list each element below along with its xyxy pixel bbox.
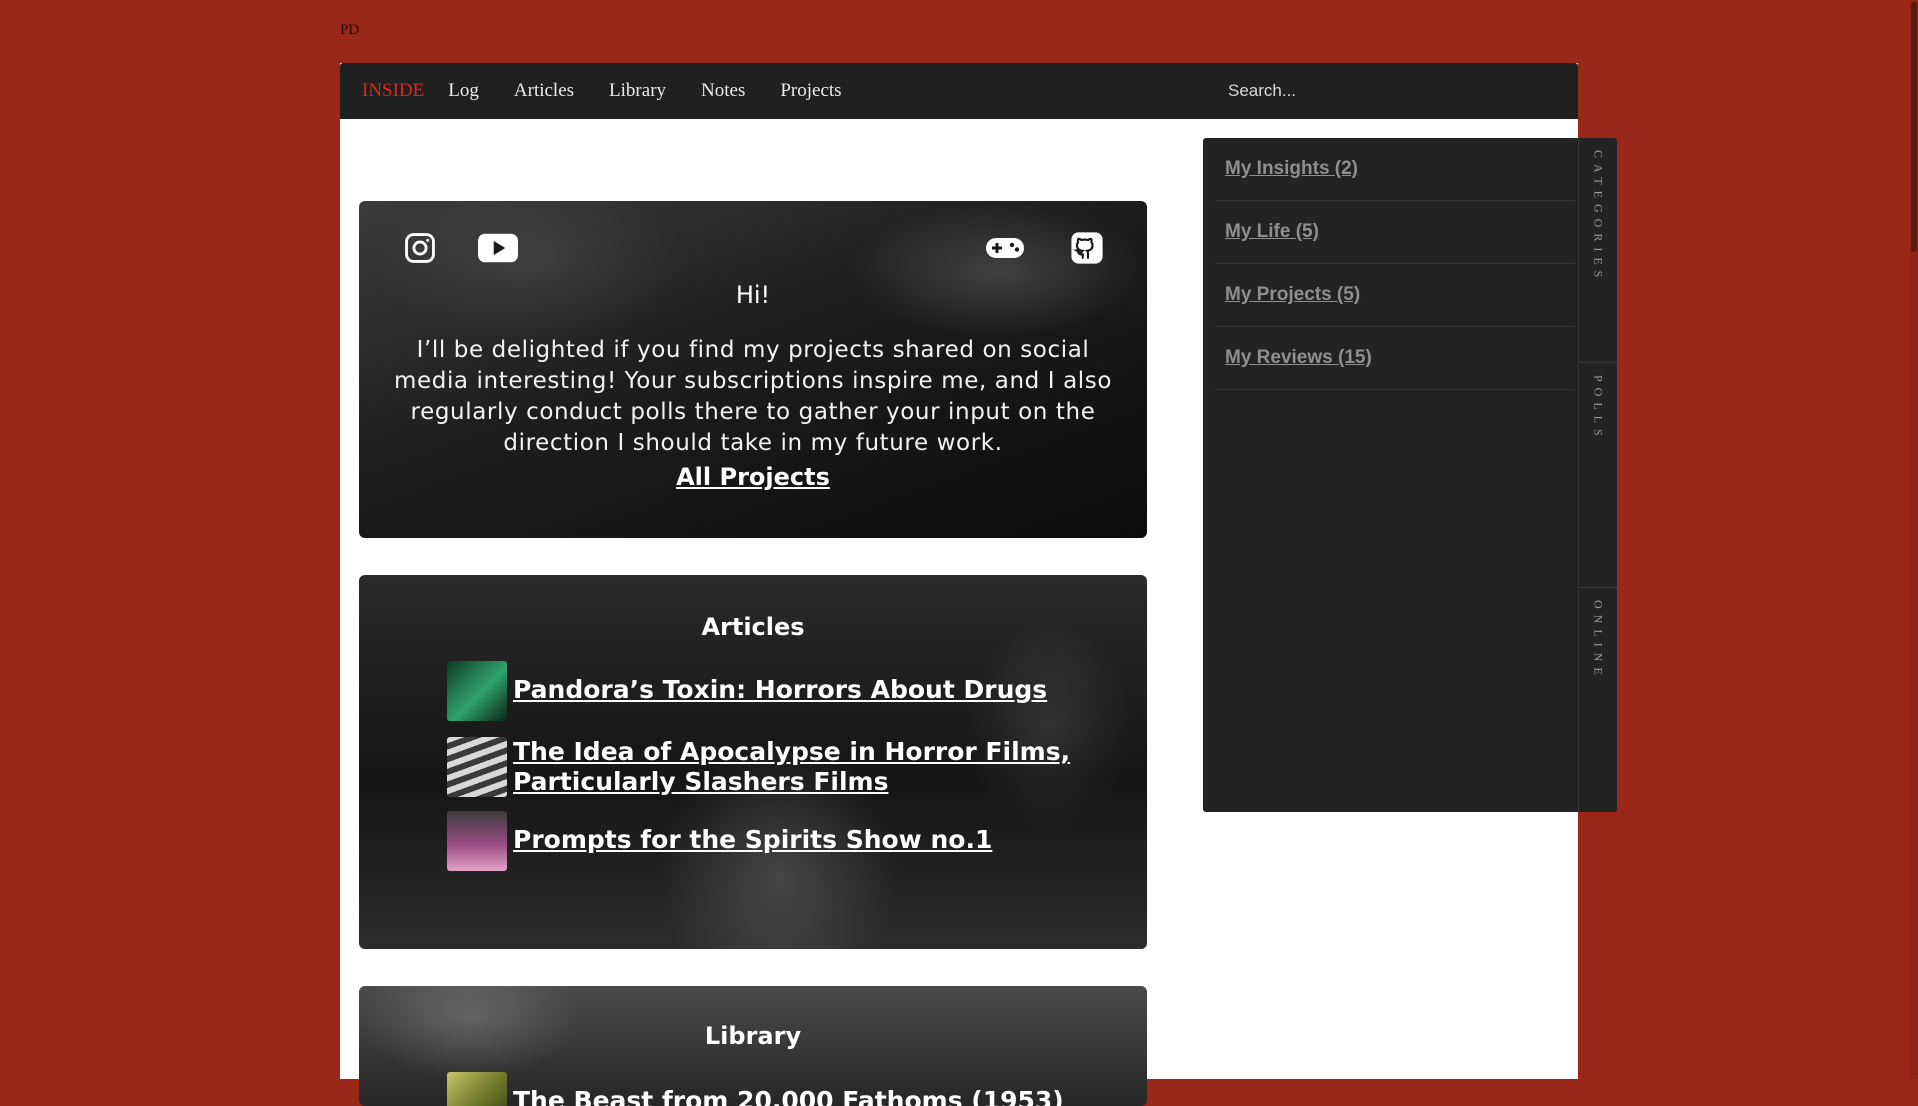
nav-item-projects[interactable]: Projects [780,80,841,102]
nav-items: INSIDE Log Articles Library Notes Projec… [362,63,877,119]
nav-item-articles[interactable]: Articles [514,80,574,102]
tab-online-label: ONLINE [1591,600,1606,681]
youtube-icon[interactable] [477,227,519,269]
article-item[interactable]: The Idea of Apocalypse in Horror Films, … [447,737,1073,797]
library-thumbnail [447,1072,507,1106]
article-thumbnail [447,811,507,871]
intro-card: Hi! I’ll be delighted if you find my pro… [359,201,1147,538]
tab-online[interactable]: ONLINE [1579,588,1617,811]
tab-polls[interactable]: POLLS [1579,363,1617,588]
tab-categories-label: CATEGORIES [1591,150,1606,284]
article-item[interactable]: Prompts for the Spirits Show no.1 [447,811,1073,871]
page-scrollbar[interactable] [1910,0,1918,1079]
category-item: My Insights (2) [1215,138,1575,201]
library-link[interactable]: The Beast from 20,000 Fathoms (1953) [513,1072,1073,1106]
instagram-icon[interactable] [399,227,441,269]
library-item[interactable]: The Beast from 20,000 Fathoms (1953) [447,1072,1073,1106]
github-icon[interactable] [1066,227,1108,269]
articles-section-title: Articles [701,613,805,641]
category-link-insights[interactable]: My Insights (2) [1225,158,1358,180]
category-item: My Reviews (15) [1215,327,1575,390]
articles-card: Articles Pandora’s Toxin: Horrors About … [359,575,1147,949]
category-item: My Life (5) [1215,201,1575,264]
gamepad-icon[interactable] [984,227,1026,269]
article-item[interactable]: Pandora’s Toxin: Horrors About Drugs [447,661,1073,721]
nav-item-library[interactable]: Library [609,80,666,102]
greeting-title: Hi! [735,281,771,309]
article-link[interactable]: Pandora’s Toxin: Horrors About Drugs [513,661,1073,705]
nav-item-log[interactable]: Log [448,80,479,102]
nav-brand-inside[interactable]: INSIDE [362,80,424,102]
article-thumbnail [447,737,507,797]
all-projects-link[interactable]: All Projects [359,463,1147,491]
category-link-life[interactable]: My Life (5) [1225,221,1319,243]
tab-categories[interactable]: CATEGORIES [1579,138,1617,363]
tab-polls-label: POLLS [1591,375,1606,442]
sidebar-panel: My Insights (2) My Life (5) My Projects … [1203,138,1617,812]
site-logo-text[interactable]: PD [340,22,359,39]
article-link[interactable]: The Idea of Apocalypse in Horror Films, … [513,737,1073,797]
intro-paragraph: I’ll be delighted if you find my project… [393,337,1113,456]
category-link-projects[interactable]: My Projects (5) [1225,284,1360,306]
scrollbar-thumb[interactable] [1911,2,1917,252]
category-list: My Insights (2) My Life (5) My Projects … [1215,138,1575,390]
sidebar-vertical-tabs: CATEGORIES POLLS ONLINE [1578,138,1617,812]
article-link[interactable]: Prompts for the Spirits Show no.1 [513,811,1073,855]
search-input[interactable] [1220,73,1566,109]
nav-item-notes[interactable]: Notes [701,80,745,102]
library-card: Library The Beast from 20,000 Fathoms (1… [359,986,1147,1106]
top-navigation: INSIDE Log Articles Library Notes Projec… [340,63,1578,119]
article-thumbnail [447,661,507,721]
category-link-reviews[interactable]: My Reviews (15) [1225,347,1372,369]
category-item: My Projects (5) [1215,264,1575,327]
library-section-title: Library [704,1022,802,1050]
